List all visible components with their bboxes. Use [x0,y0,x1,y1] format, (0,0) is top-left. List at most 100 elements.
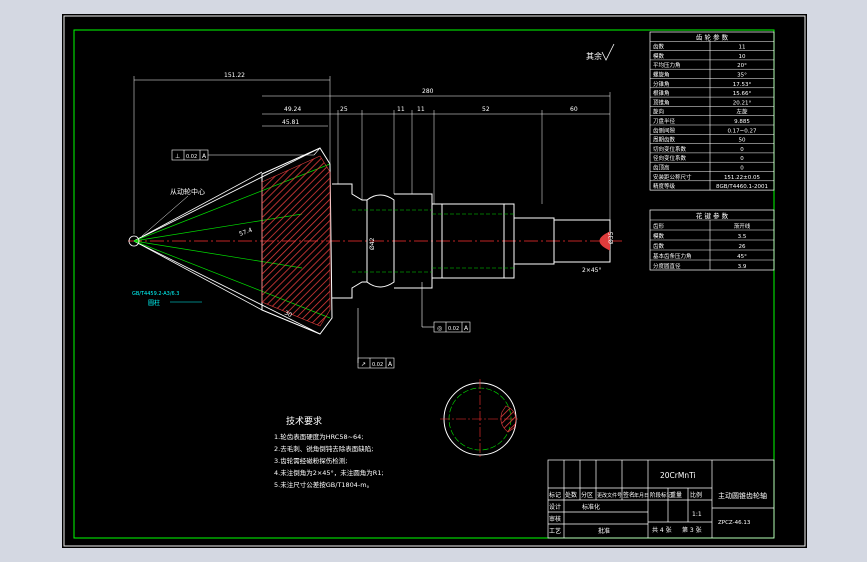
gdt-c-symbol: ↗ [361,361,366,368]
table-row-value: 20° [737,63,747,69]
gdt-b-value: 0.02 [448,326,459,332]
dim-d1: 49.24 [284,106,301,113]
tb-row-label: 审核 [549,515,561,523]
table-row-value: 50 [739,138,746,144]
table-row-label: 顶锥角 [653,98,670,106]
tb-header-label: 标记 [549,491,561,499]
table-row-label: 平均压力角 [653,61,681,69]
table-row-label: 精度等级 [653,182,676,190]
dim-d7: 60 [570,106,578,113]
dim-d4: 11 [397,106,405,113]
tech-item: 2.去毛刺、锐角倒钝去除表面缺陷; [274,444,373,453]
drawing-canvas: 151.22 280 49.24 45.81 25 11 11 52 60 Ø3… [63,15,806,547]
spline-params-table: 花 键 参 数齿形 渐开线模数 3.5 齿数 26 基本齿条压力角 45° 分度圆直径 3.9 [649,209,775,271]
table-row-value: 15.66° [733,91,752,97]
tech-item: 4.未注倒角为2×45°，未注圆角为R1; [274,468,384,477]
tb-header-label: 分区 [581,491,593,499]
tb-material: 20CrMnTi [660,471,696,480]
table-row-value: 151.22±0.05 [724,175,761,181]
table-row-value: 3.5 [738,234,747,240]
dim-d6: 52 [482,106,490,113]
dim-chamfer: 2×45° [582,267,601,274]
table-row-label: 齿数 [653,242,665,250]
gdt-a-symbol: ⊥ [175,153,180,160]
table-row-value: 0 [740,166,744,172]
gear-hatch [261,155,331,327]
table-row-label: 分度圆直径 [653,262,681,270]
tech-title: 技术要求 [286,415,322,427]
table-row-value: 0 [740,147,744,153]
table-row-value: 9.885 [734,119,750,125]
gdt-frame-b: ◎ 0.02 A [433,321,471,333]
table-row-label: 安装距公称尺寸 [653,173,692,181]
tb-sheet-count: 共 4 张 [652,526,672,534]
table-row-value: 35° [737,73,747,79]
table-title: 花 键 参 数 [696,211,729,220]
table-row-value: 17.53° [733,82,752,88]
tb-stage-label: 重量 [670,491,682,499]
dim-taper: 57.4 [238,227,253,238]
sheet-border [63,15,806,547]
table-row-label: 齿形 [653,222,665,230]
gdt-frame-c: ↗ 0.02 A [357,357,395,369]
tb-row-label: 工艺 [549,527,561,535]
tech-item: 3.齿轮需经磁粉探伤检测; [274,456,347,465]
tb-header-label: 更改文件号 [597,492,622,499]
dim-overall-cone: 151.22 [224,72,245,79]
table-row-value: 20.21° [733,100,752,106]
gdt-a-datum: A [202,153,207,160]
tb-row-label: 批准 [598,527,610,535]
table-row-value: 10 [739,54,746,60]
table-row-label: 螺旋角 [653,71,670,79]
gdt-c-datum: A [388,361,393,368]
cad-viewport: 151.22 280 49.24 45.81 25 11 11 52 60 Ø3… [0,0,867,562]
roughness-note: 其余 [586,51,602,61]
gdt-c-value: 0.02 [372,362,383,368]
table-row-label: 齿数 [653,43,665,51]
dim-shaft-total: 280 [422,88,434,95]
table-row-value: 渐开线 [734,222,751,230]
table-row-label: 根锥角 [653,89,670,97]
dim-dia-mid: Ø42 [369,237,376,250]
section-spec: GB/T4459.2-A3/6.3 [132,291,179,297]
tech-item: 5.未注尺寸公差按GB/T1804-m。 [274,480,373,489]
roughness-check-icon [601,43,615,61]
table-title: 齿 轮 参 数 [696,32,729,41]
table-row-label: 齿侧间隙 [653,126,676,134]
table-row-label: 刀盘半径 [653,117,676,125]
dim-dia-end: Ø35 [608,231,615,244]
table-row-value: 3.9 [738,264,747,270]
gdt-a-value: 0.02 [186,154,197,160]
tb-sheet-index: 第 3 张 [682,526,702,534]
table-row-label: 周期齿数 [653,136,676,144]
table-row-label: 模数 [653,232,665,240]
table-row-label: 齿顶高 [653,164,670,172]
table-row-value: 左旋 [736,108,748,116]
tb-header-label: 处数 [565,491,577,499]
table-row-value: 8GB/T4460.1-2001 [716,184,768,190]
table-row-label: 分锥角 [653,80,670,88]
gdt-b-datum: A [464,325,469,332]
tb-part-name: 主动圆锥齿轮轴 [718,491,767,500]
table-row-label: 切向变位系数 [653,145,687,153]
gdt-b-symbol: ◎ [437,325,442,332]
gdt-frame-a: ⊥ 0.02 A [171,149,209,161]
table-row-label: 模数 [653,52,665,60]
dim-d5: 11 [417,106,425,113]
tb-drawing-no: ZPCZ-46.13 [718,520,751,526]
table-row-label: 旋向 [653,108,664,116]
gear-params-table: 齿 轮 参 数齿数 11 模数 10 平均压力角 20° 螺旋角 35° 分锥角 17.53° 根锥… [649,31,775,191]
table-row-value: 26 [739,244,746,250]
table-row-label: 基本齿条压力角 [653,252,692,260]
tb-stage-label: 比例 [690,491,702,499]
dim-d2: 45.81 [282,119,299,126]
table-row-value: 45° [737,254,747,260]
drawing-sheet: 151.22 280 49.24 45.81 25 11 11 52 60 Ø3… [62,14,807,548]
table-row-label: 径向变位系数 [653,154,687,162]
tech-requirements: 技术要求 1.轮齿表面硬度为HRC58~64; 2.去毛刺、锐角倒钝去除表面缺陷… [274,415,384,489]
tb-row-label: 标准化 [582,503,600,511]
section-view [440,379,520,459]
tb-header-label: 年月日 [634,492,649,499]
tb-scale: 1:1 [692,511,702,518]
table-row-value: 0.17~0.27 [727,128,757,134]
